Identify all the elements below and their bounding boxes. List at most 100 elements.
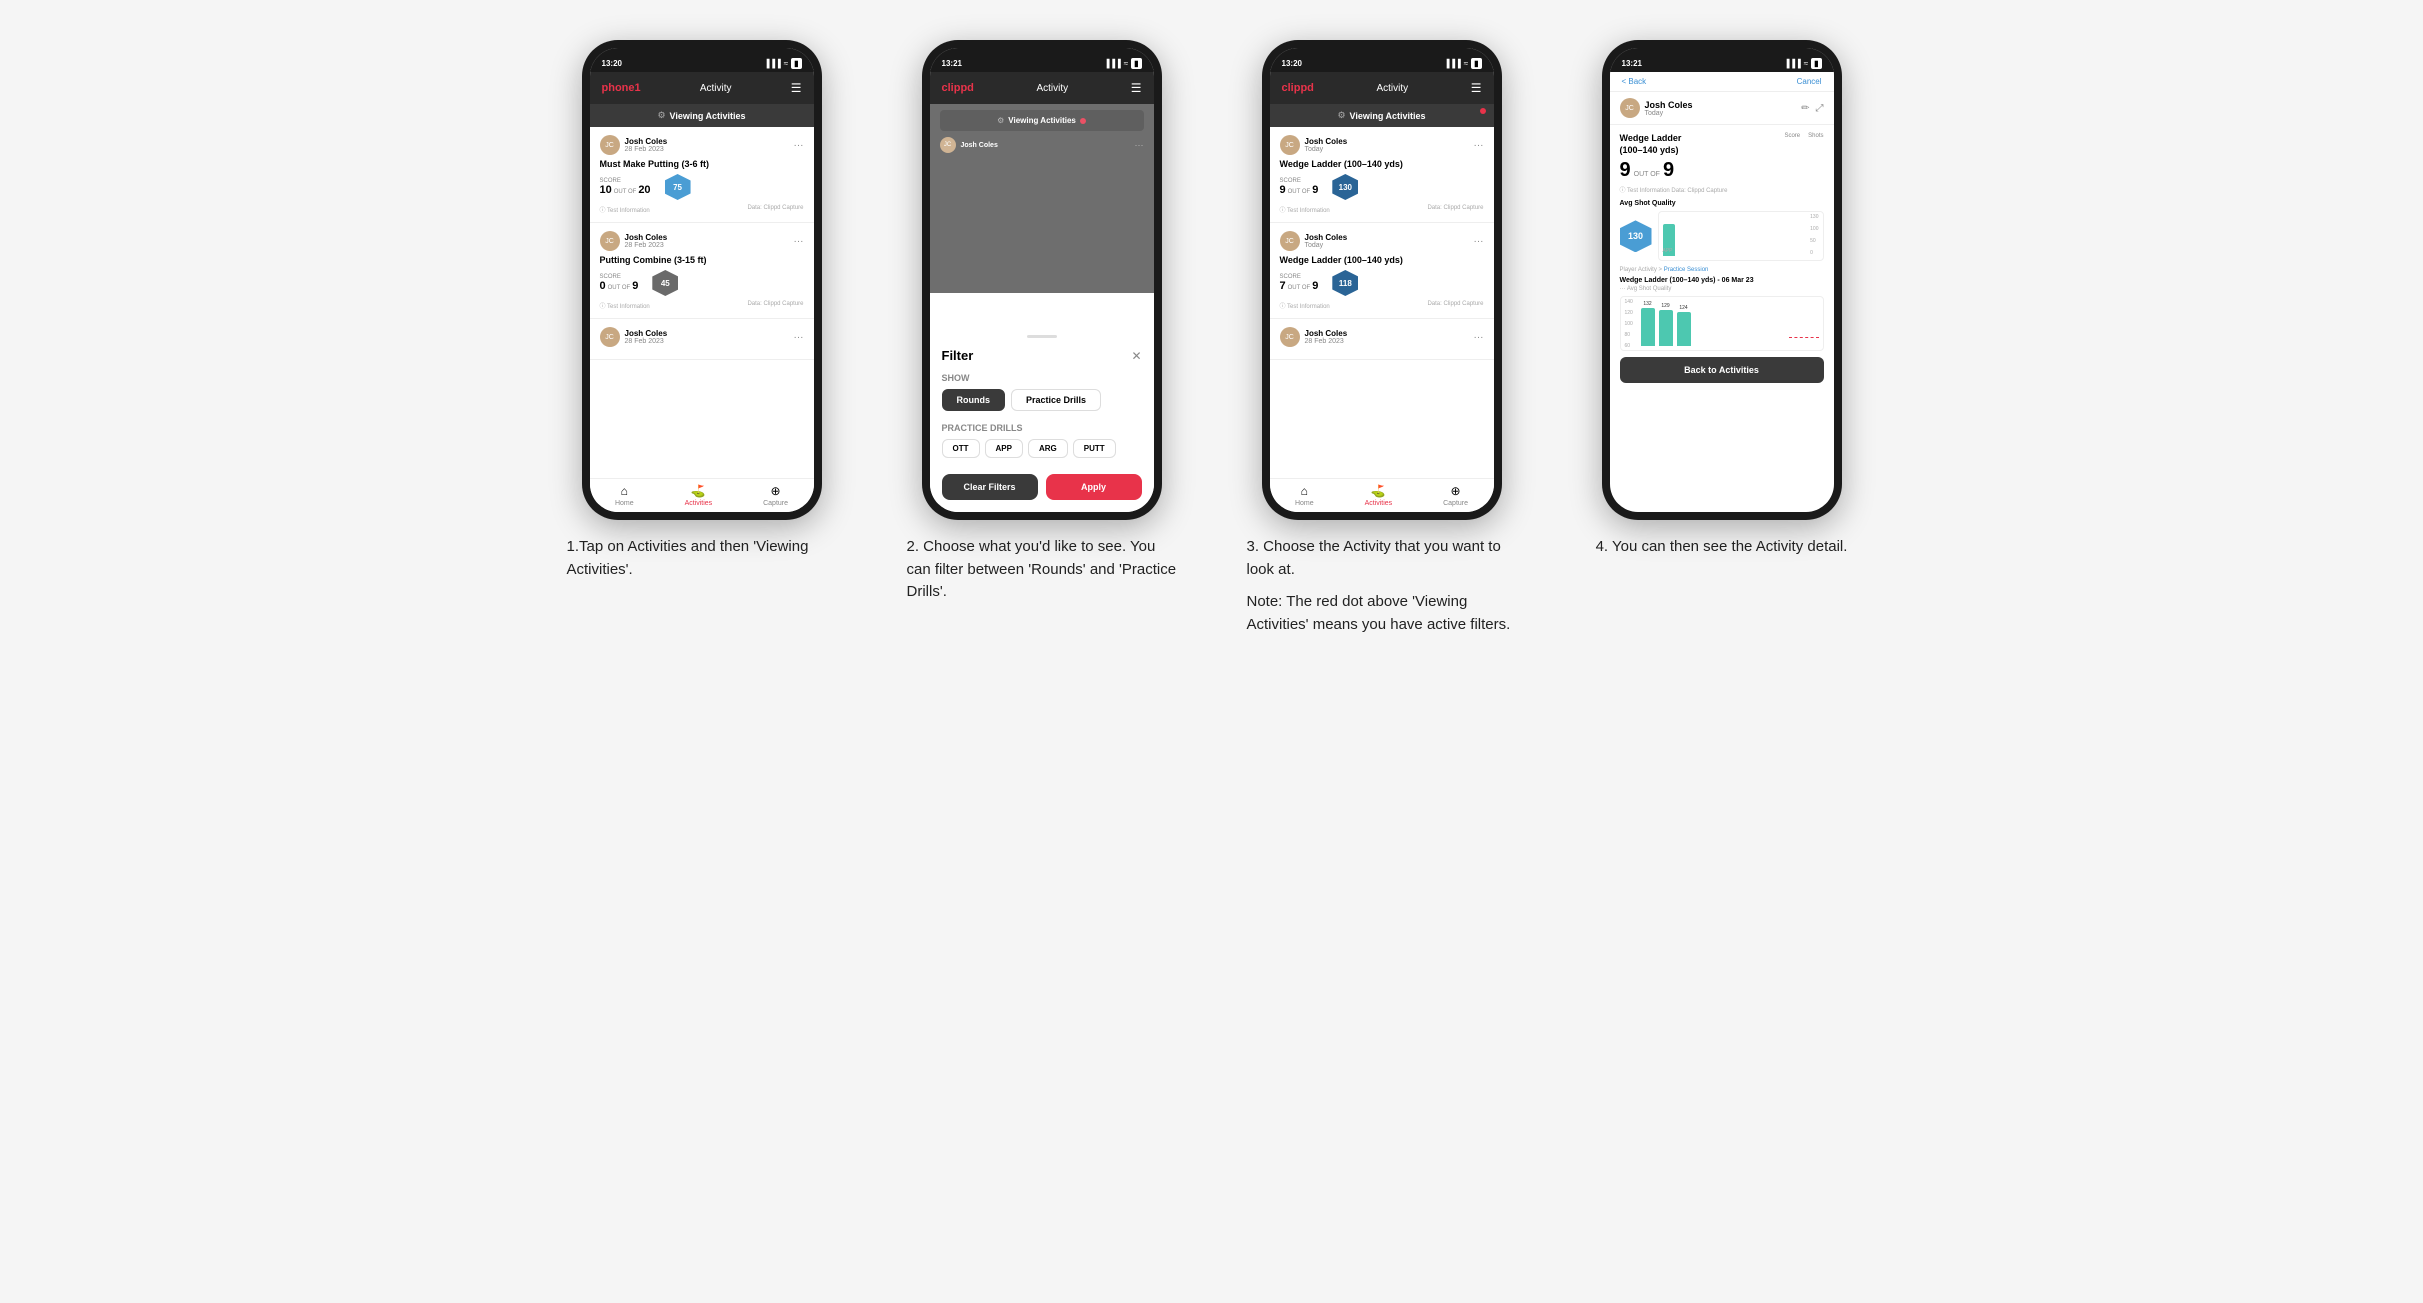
back-to-activities-btn-4[interactable]: Back to Activities [1620, 357, 1824, 383]
drill-app[interactable]: APP [985, 439, 1023, 458]
red-dot-2 [1080, 118, 1086, 124]
capture-label-1: Capture [763, 500, 788, 507]
home-icon-3: ⌂ [1301, 484, 1308, 498]
step-desc-1: 1.Tap on Activities and then 'Viewing Ac… [567, 536, 837, 581]
app-nav-2: clippd Activity ☰ [930, 72, 1154, 104]
footer-right-3-2: Data: Clippd Capture [1427, 301, 1483, 310]
card-user-3-3: JC Josh Coles 28 Feb 2023 [1280, 327, 1348, 347]
menu-icon-2[interactable]: ☰ [1131, 81, 1142, 95]
avatar-4: JC [1620, 98, 1640, 118]
card-user-3: JC Josh Coles 28 Feb 2023 [600, 327, 668, 347]
nav-activities-3[interactable]: ⛳ Activities [1365, 484, 1393, 507]
edit-icon-4[interactable]: ✏ [1801, 103, 1809, 114]
clear-filters-btn[interactable]: Clear Filters [942, 474, 1038, 500]
nav-title-3: Activity [1376, 83, 1408, 94]
session-drill-label-4: Wedge Ladder (100–140 yds) - 06 Mar 23 [1620, 277, 1824, 284]
activity-card-3-3[interactable]: JC Josh Coles 28 Feb 2023 ··· [1270, 319, 1494, 360]
dots-menu-2[interactable]: ··· [794, 236, 804, 247]
card-user-3-1: JC Josh Coles Today [1280, 135, 1348, 155]
activity-card-3-2[interactable]: JC Josh Coles Today ··· Wedge Ladder (10… [1270, 223, 1494, 319]
activity-card-3-1[interactable]: JC Josh Coles Today ··· Wedge Ladder (10… [1270, 127, 1494, 223]
score-value-2: 0 [600, 280, 606, 292]
footer-left-3-1: ⓘ Test Information [1280, 205, 1330, 214]
dots-menu-1[interactable]: ··· [794, 140, 804, 151]
nav-title-2: Activity [1036, 83, 1068, 94]
card-title-3-2: Wedge Ladder (100–140 yds) [1280, 255, 1484, 265]
score-value-3-2: 7 [1280, 280, 1286, 292]
out-of-3-2: OUT OF [1288, 285, 1311, 291]
footer-left-2: ⓘ Test Information [600, 301, 650, 310]
step-desc-4: 4. You can then see the Activity detail. [1596, 536, 1848, 559]
card-user-1: JC Josh Coles 28 Feb 2023 [600, 135, 668, 155]
detail-date-4: Today [1645, 110, 1693, 117]
avatar-2: JC [600, 231, 620, 251]
footer-left-3-2: ⓘ Test Information [1280, 301, 1330, 310]
shots-value-3-1: 9 [1312, 184, 1318, 196]
app-nav-3: clippd Activity ☰ [1270, 72, 1494, 104]
nav-activities-1[interactable]: ⛳ Activities [685, 484, 713, 507]
drill-ott[interactable]: OTT [942, 439, 980, 458]
capture-icon-1: ⊕ [771, 484, 781, 498]
user-date-3-3: 28 Feb 2023 [1305, 338, 1348, 345]
battery-icon-3: ▮ [1471, 58, 1481, 69]
bottom-nav-1: ⌂ Home ⛳ Activities ⊕ Capture [590, 478, 814, 512]
apply-btn[interactable]: Apply [1046, 474, 1142, 500]
out-of-2: OUT OF [608, 285, 631, 291]
phone-1: 13:20 ▐▐▐ ≈ ▮ phone1 Activity ☰ ⚙ View [582, 40, 822, 520]
cancel-btn-4[interactable]: Cancel [1797, 77, 1822, 86]
dots-menu-3-3[interactable]: ··· [1474, 332, 1484, 343]
dots-menu-3-1[interactable]: ··· [1474, 140, 1484, 151]
shots-value-3-2: 9 [1312, 280, 1318, 292]
user-date-1: 28 Feb 2023 [625, 146, 668, 153]
nav-capture-1[interactable]: ⊕ Capture [763, 484, 788, 507]
avatar-1: JC [600, 135, 620, 155]
signal-icon-3: ▐▐▐ [1444, 59, 1461, 68]
card-title-1: Must Make Putting (3-6 ft) [600, 159, 804, 169]
footer-right-3-1: Data: Clippd Capture [1427, 205, 1483, 214]
activity-card-2[interactable]: JC Josh Coles 28 Feb 2023 ··· Putting Co… [590, 223, 814, 319]
activities-icon-1: ⛳ [691, 484, 706, 498]
logo-2: clippd [942, 82, 974, 94]
settings-icon-1: ⚙ [657, 110, 665, 121]
score-col-label-4: Score [1784, 133, 1800, 139]
bottom-nav-3: ⌂ Home ⛳ Activities ⊕ Capture [1270, 478, 1494, 512]
step-desc-3-note: Note: The red dot above 'Viewing Activit… [1247, 591, 1517, 636]
chart-app-label: APP [1663, 248, 1673, 254]
viewing-banner-1[interactable]: ⚙ Viewing Activities [590, 104, 814, 127]
expand-icon-4[interactable]: ⤢ [1816, 103, 1824, 114]
activity-card-1[interactable]: JC Josh Coles 28 Feb 2023 ··· Must Make … [590, 127, 814, 223]
drill-buttons: OTT APP ARG PUTT [942, 439, 1142, 458]
phone-2: 13:21 ▐▐▐ ≈ ▮ clippd Activity ☰ ⚙ [922, 40, 1162, 520]
activities-label-1: Activities [685, 500, 713, 507]
shots-col-label-4: Shots [1808, 133, 1823, 139]
dots-menu-3[interactable]: ··· [794, 332, 804, 343]
nav-home-1[interactable]: ⌂ Home [615, 484, 634, 507]
banner-text-3: Viewing Activities [1350, 111, 1426, 121]
session-link-4[interactable]: Practice Session [1664, 267, 1709, 273]
home-label-3: Home [1295, 500, 1314, 507]
menu-icon-3[interactable]: ☰ [1471, 81, 1482, 95]
quality-badge-3-1: 130 [1332, 174, 1358, 200]
dots-menu-3-2[interactable]: ··· [1474, 236, 1484, 247]
drill-arg[interactable]: ARG [1028, 439, 1068, 458]
modal-actions: Clear Filters Apply [942, 474, 1142, 500]
back-btn-4[interactable]: < Back [1622, 77, 1647, 86]
viewing-banner-3[interactable]: ⚙ Viewing Activities [1270, 104, 1494, 127]
nav-capture-3[interactable]: ⊕ Capture [1443, 484, 1468, 507]
battery-icon-2: ▮ [1131, 58, 1141, 69]
activity-card-3[interactable]: JC Josh Coles 28 Feb 2023 ··· [590, 319, 814, 360]
modal-close-btn[interactable]: ✕ [1131, 349, 1141, 363]
rounds-toggle-btn[interactable]: Rounds [942, 389, 1006, 411]
nav-home-3[interactable]: ⌂ Home [1295, 484, 1314, 507]
avatar-3-1: JC [1280, 135, 1300, 155]
detail-user-row-4: JC Josh Coles Today ✏ ⤢ [1610, 92, 1834, 125]
detail-action-icons: ✏ ⤢ [1801, 103, 1823, 114]
score-value-1: 10 [600, 184, 612, 196]
practice-drills-toggle-btn[interactable]: Practice Drills [1011, 389, 1101, 411]
drill-putt[interactable]: PUTT [1073, 439, 1116, 458]
step-desc-3: 3. Choose the Activity that you want to … [1247, 536, 1517, 636]
mini-chart-4: 130100500 APP [1658, 211, 1824, 261]
home-icon-1: ⌂ [621, 484, 628, 498]
menu-icon-1[interactable]: ☰ [791, 81, 802, 95]
home-label-1: Home [615, 500, 634, 507]
